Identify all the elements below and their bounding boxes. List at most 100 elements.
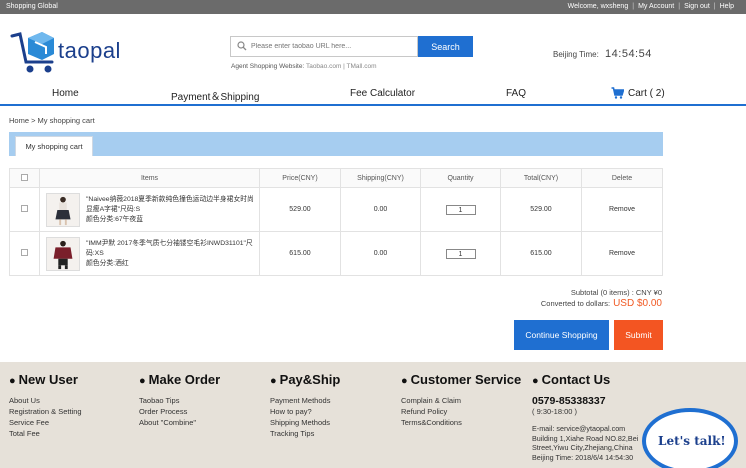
bullet-icon: ● xyxy=(532,375,539,387)
lets-talk-chat-button[interactable]: Let's talk! xyxy=(642,408,738,468)
product-option: 颜色分类:67午夜蓝 xyxy=(86,215,144,223)
footer-link-combine[interactable]: About "Combine" xyxy=(139,417,220,428)
nav-fee-calculator[interactable]: Fee Calculator xyxy=(350,88,415,99)
quantity-input[interactable]: 1 xyxy=(445,204,476,215)
bullet-icon: ● xyxy=(9,375,16,387)
footer-link-order-process[interactable]: Order Process xyxy=(139,406,220,417)
footer: ● New User About Us Registration & Settin… xyxy=(0,362,746,468)
top-bar: Shopping Global Welcome, wxsheng | My Ac… xyxy=(0,0,746,14)
bullet-icon: ● xyxy=(401,375,408,387)
footer-column-contact: ● Contact Us 0579-85338337 ( 9:30-18:00 )… xyxy=(532,372,638,462)
cart-icon xyxy=(611,87,624,99)
column-header-delete: Delete xyxy=(581,168,663,188)
header: taopal Search Agent Shopping Website: Ta… xyxy=(0,14,746,84)
footer-column-new-user: ● New User About Us Registration & Settin… xyxy=(9,372,82,439)
nav-home[interactable]: Home xyxy=(52,88,79,99)
product-title[interactable]: "Naivee纳薇2018夏季新款纯色撞色运动边半身裙女时尚显瘦A字裙"尺码:S xyxy=(86,195,259,215)
footer-link-complain[interactable]: Complain & Claim xyxy=(401,395,521,406)
product-option: 颜色分类:酒红 xyxy=(86,259,129,267)
search-button[interactable]: Search xyxy=(418,36,473,57)
breadcrumb: Home > My shopping cart xyxy=(9,116,95,125)
quantity-input[interactable]: 1 xyxy=(445,248,476,259)
welcome-text: Welcome, wxsheng xyxy=(567,3,629,10)
subtotal-text: Subtotal (0 items) : CNY ¥0 xyxy=(570,288,662,297)
separator: | xyxy=(678,3,681,10)
footer-heading: ● Customer Service xyxy=(401,372,522,387)
beijing-time: 14:54:54 xyxy=(605,48,652,60)
agent-sites-link[interactable]: Taobao.com | TMall.com xyxy=(306,63,377,70)
footer-link-registration[interactable]: Registration & Setting xyxy=(9,406,82,417)
submit-button[interactable]: Submit xyxy=(614,320,663,350)
separator: | xyxy=(713,3,716,10)
beijing-clock: Beijing Time: 14:54:54 xyxy=(553,48,652,60)
product-thumbnail[interactable] xyxy=(46,236,80,271)
select-all-checkbox[interactable] xyxy=(21,173,28,181)
site-name: Shopping Global xyxy=(6,3,58,10)
search-field[interactable] xyxy=(230,36,418,57)
converted-value: USD $0.00 xyxy=(613,298,662,309)
footer-link-terms[interactable]: Terms&Conditions xyxy=(401,417,521,428)
item-cell: "IMM尹默 2017冬季气质七分袖镂空毛衫INWD31101"尺码:XS 颜色… xyxy=(39,231,260,276)
agent-websites: Agent Shopping Website: Taobao.com | TMa… xyxy=(231,63,377,70)
contact-beijing-time: Beijing Time: 2018/6/4 14:54:30 xyxy=(532,452,634,462)
quantity-cell: 1 xyxy=(420,187,501,232)
contact-hours: ( 9:30-18:00 ) xyxy=(532,407,578,416)
footer-column-customer-service: ● Customer Service Complain & Claim Refun… xyxy=(401,372,521,428)
continue-shopping-button[interactable]: Continue Shopping xyxy=(514,320,609,350)
table-header-row: Items Price(CNY) Shipping(CNY) Quantity … xyxy=(9,168,663,188)
shipping-cell: 0.00 xyxy=(340,231,421,276)
row-checkbox[interactable] xyxy=(21,205,28,212)
footer-link-payment-methods[interactable]: Payment Methods xyxy=(270,395,340,406)
footer-link-how-to-pay[interactable]: How to pay? xyxy=(270,406,340,417)
product-thumbnail[interactable] xyxy=(46,192,80,227)
tab-my-shopping-cart[interactable]: My shopping cart xyxy=(15,136,93,156)
nav-cart[interactable]: Cart ( 2) xyxy=(611,87,665,99)
cart-label: Cart ( 2) xyxy=(628,87,665,99)
column-header-items: Items xyxy=(39,168,260,188)
contact-email: E-mail: service@ytaopal.com xyxy=(532,424,626,433)
sign-out-link[interactable]: Sign out xyxy=(684,3,710,10)
price-cell: 529.00 xyxy=(259,187,341,232)
column-header-quantity: Quantity xyxy=(420,168,501,188)
cart-totals: Subtotal (0 items) : CNY ¥0 Converted to… xyxy=(541,287,662,309)
footer-link-refund[interactable]: Refund Policy xyxy=(401,406,521,417)
cart-table: Items Price(CNY) Shipping(CNY) Quantity … xyxy=(9,168,663,276)
help-link[interactable]: Help xyxy=(720,3,734,10)
total-cell: 615.00 xyxy=(500,231,582,276)
shipping-cell: 0.00 xyxy=(340,187,421,232)
footer-link-tracking-tips[interactable]: Tracking Tips xyxy=(270,428,340,439)
beijing-label: Beijing Time: xyxy=(553,50,599,59)
bullet-icon: ● xyxy=(270,375,277,387)
column-header-price: Price(CNY) xyxy=(259,168,341,188)
footer-link-taobao-tips[interactable]: Taobao Tips xyxy=(139,395,220,406)
row-checkbox[interactable] xyxy=(21,249,28,256)
select-all-cell xyxy=(9,168,40,188)
footer-link-total-fee[interactable]: Total Fee xyxy=(9,428,82,439)
my-account-link[interactable]: My Account xyxy=(638,3,674,10)
nav-payment-shipping[interactable]: Payment＆Shipping xyxy=(171,88,259,103)
footer-heading: ● Pay&Ship xyxy=(270,372,341,387)
delete-cell: Remove xyxy=(581,231,663,276)
footer-link-service-fee[interactable]: Service Fee xyxy=(9,417,82,428)
quantity-cell: 1 xyxy=(420,231,501,276)
search-bar: Search xyxy=(230,36,473,57)
agent-label: Agent Shopping Website: xyxy=(231,63,305,70)
item-cell: "Naivee纳薇2018夏季新款纯色撞色运动边半身裙女时尚显瘦A字裙"尺码:S… xyxy=(39,187,260,232)
main-nav: Home Payment＆Shipping Fee Calculator FAQ… xyxy=(0,84,746,106)
bullet-icon: ● xyxy=(139,375,146,387)
price-cell: 615.00 xyxy=(259,231,341,276)
footer-link-shipping-methods[interactable]: Shipping Methods xyxy=(270,417,340,428)
row-select-cell xyxy=(9,231,40,276)
total-cell: 529.00 xyxy=(500,187,582,232)
remove-button[interactable]: Remove xyxy=(609,206,635,213)
nav-faq[interactable]: FAQ xyxy=(506,88,526,99)
search-input[interactable] xyxy=(251,40,411,53)
remove-button[interactable]: Remove xyxy=(609,250,635,257)
product-title[interactable]: "IMM尹默 2017冬季气质七分袖镂空毛衫INWD31101"尺码:XS xyxy=(86,239,259,259)
footer-heading: ● New User xyxy=(9,372,78,387)
footer-link-about-us[interactable]: About Us xyxy=(9,395,82,406)
table-row: "IMM尹默 2017冬季气质七分袖镂空毛衫INWD31101"尺码:XS 颜色… xyxy=(9,231,663,276)
logo-text[interactable]: taopal xyxy=(58,38,121,64)
row-select-cell xyxy=(9,187,40,232)
delete-cell: Remove xyxy=(581,187,663,232)
